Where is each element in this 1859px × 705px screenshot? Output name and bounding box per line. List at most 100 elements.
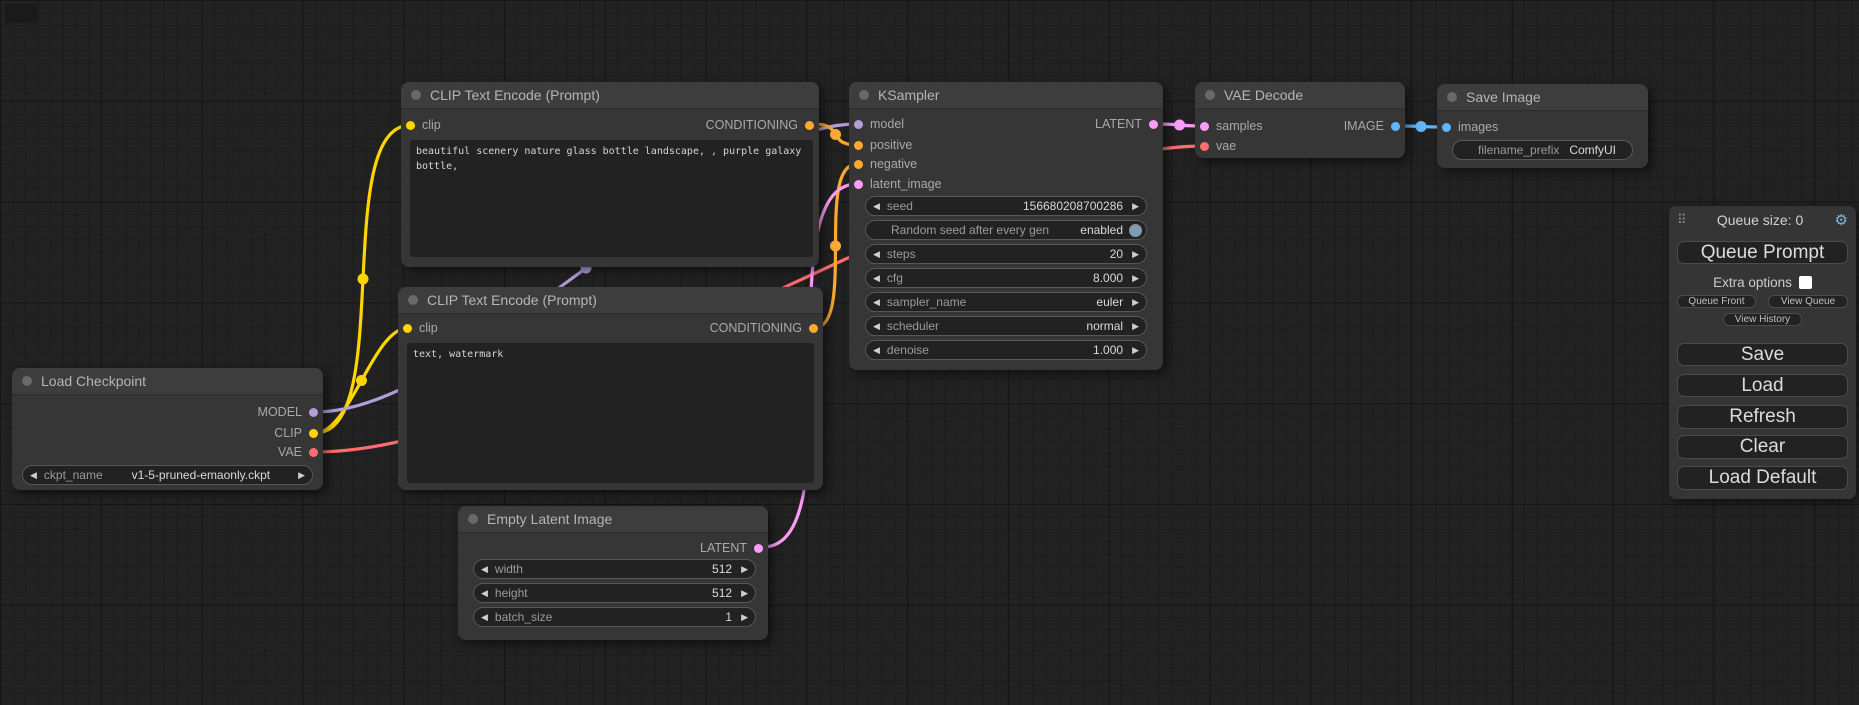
model-slot-dot[interactable] [854, 120, 863, 129]
scheduler-widget[interactable]: ◀ scheduler normal ▶ [865, 316, 1147, 336]
right-arrow-icon[interactable]: ▶ [741, 613, 748, 622]
output-slot-latent[interactable]: LATENT [1095, 115, 1158, 133]
left-arrow-icon[interactable]: ◀ [481, 613, 488, 622]
node-title-bar[interactable]: Save Image [1437, 84, 1648, 111]
refresh-button[interactable]: Refresh [1677, 405, 1848, 429]
load-default-button[interactable]: Load Default [1677, 466, 1848, 490]
output-slot-vae[interactable]: VAE [278, 443, 318, 461]
model-slot-dot[interactable] [309, 408, 318, 417]
node-clip-text-encode-negative[interactable]: CLIP Text Encode (Prompt) clip CONDITION… [398, 287, 823, 490]
node-title-bar[interactable]: CLIP Text Encode (Prompt) [398, 287, 823, 314]
node-title-bar[interactable]: VAE Decode [1195, 82, 1405, 109]
latent-slot-dot[interactable] [754, 544, 763, 553]
vae-slot-dot[interactable] [1200, 142, 1209, 151]
left-arrow-icon[interactable]: ◀ [481, 565, 488, 574]
left-arrow-icon[interactable]: ◀ [30, 471, 37, 480]
left-arrow-icon[interactable]: ◀ [873, 298, 880, 307]
load-button[interactable]: Load [1677, 374, 1848, 397]
ckpt-name-widget[interactable]: ◀ ckpt_name v1-5-pruned-emaonly.ckpt ▶ [22, 465, 313, 485]
node-title-bar[interactable]: Empty Latent Image [458, 506, 768, 533]
output-slot-clip[interactable]: CLIP [274, 424, 318, 442]
output-slot-model[interactable]: MODEL [258, 403, 318, 421]
node-load-checkpoint[interactable]: Load Checkpoint MODEL CLIP VAE ◀ ckpt_na… [12, 368, 323, 490]
input-slot-vae[interactable]: vae [1200, 137, 1236, 155]
collapse-dot-icon[interactable] [1447, 92, 1457, 102]
collapse-dot-icon[interactable] [1205, 90, 1215, 100]
latent-slot-dot[interactable] [1200, 122, 1209, 131]
latent-slot-dot[interactable] [1149, 120, 1158, 129]
node-ksampler[interactable]: KSampler model LATENT positive negative … [849, 82, 1163, 370]
batch-size-widget[interactable]: ◀ batch_size 1 ▶ [473, 607, 756, 627]
conditioning-slot-dot[interactable] [854, 160, 863, 169]
left-arrow-icon[interactable]: ◀ [873, 250, 880, 259]
input-slot-model[interactable]: model [854, 115, 904, 133]
node-save-image[interactable]: Save Image images filename_prefix ComfyU… [1437, 84, 1648, 168]
input-slot-negative[interactable]: negative [854, 155, 917, 173]
clip-slot-dot[interactable] [406, 121, 415, 130]
right-arrow-icon[interactable]: ▶ [1132, 322, 1139, 331]
image-slot-dot[interactable] [1391, 122, 1400, 131]
node-title-bar[interactable]: CLIP Text Encode (Prompt) [401, 82, 819, 109]
extra-options-checkbox[interactable] [1799, 276, 1812, 289]
toggle-dot-icon[interactable] [1129, 224, 1142, 237]
collapse-dot-icon[interactable] [22, 376, 32, 386]
collapse-dot-icon[interactable] [411, 90, 421, 100]
seed-widget[interactable]: ◀ seed 156680208700286 ▶ [865, 196, 1147, 216]
settings-gear-icon[interactable]: ⚙ [1835, 211, 1848, 229]
node-title-bar[interactable]: KSampler [849, 82, 1163, 109]
image-slot-dot[interactable] [1442, 123, 1451, 132]
graph-canvas[interactable]: Load Checkpoint MODEL CLIP VAE ◀ ckpt_na… [0, 0, 1859, 705]
steps-widget[interactable]: ◀ steps 20 ▶ [865, 244, 1147, 264]
height-widget[interactable]: ◀ height 512 ▶ [473, 583, 756, 603]
input-slot-images[interactable]: images [1442, 118, 1498, 136]
conditioning-slot-dot[interactable] [805, 121, 814, 130]
output-slot-conditioning[interactable]: CONDITIONING [710, 319, 818, 337]
clip-slot-dot[interactable] [403, 324, 412, 333]
view-queue-button[interactable]: View Queue [1768, 295, 1848, 308]
clip-slot-dot[interactable] [309, 429, 318, 438]
prompt-text-area[interactable]: text, watermark [407, 343, 814, 483]
right-arrow-icon[interactable]: ▶ [1132, 298, 1139, 307]
left-arrow-icon[interactable]: ◀ [873, 346, 880, 355]
latent-slot-dot[interactable] [854, 180, 863, 189]
cfg-widget[interactable]: ◀ cfg 8.000 ▶ [865, 268, 1147, 288]
left-arrow-icon[interactable]: ◀ [481, 589, 488, 598]
conditioning-slot-dot[interactable] [809, 324, 818, 333]
collapse-dot-icon[interactable] [408, 295, 418, 305]
prompt-text-area[interactable]: beautiful scenery nature glass bottle la… [410, 140, 813, 257]
random-seed-toggle-widget[interactable]: Random seed after every gen enabled [865, 220, 1147, 240]
output-slot-latent[interactable]: LATENT [700, 539, 763, 557]
queue-prompt-button[interactable]: Queue Prompt [1677, 241, 1848, 264]
right-arrow-icon[interactable]: ▶ [298, 471, 305, 480]
node-clip-text-encode-positive[interactable]: CLIP Text Encode (Prompt) clip CONDITION… [401, 82, 819, 267]
sampler-name-widget[interactable]: ◀ sampler_name euler ▶ [865, 292, 1147, 312]
collapse-dot-icon[interactable] [859, 90, 869, 100]
right-arrow-icon[interactable]: ▶ [1132, 346, 1139, 355]
filename-prefix-widget[interactable]: filename_prefix ComfyUI [1452, 140, 1633, 160]
queue-front-button[interactable]: Queue Front [1677, 295, 1756, 308]
left-arrow-icon[interactable]: ◀ [873, 274, 880, 283]
right-arrow-icon[interactable]: ▶ [1132, 202, 1139, 211]
output-slot-image[interactable]: IMAGE [1344, 117, 1400, 135]
node-empty-latent-image[interactable]: Empty Latent Image LATENT ◀ width 512 ▶ … [458, 506, 768, 640]
left-arrow-icon[interactable]: ◀ [873, 202, 880, 211]
collapse-dot-icon[interactable] [468, 514, 478, 524]
right-arrow-icon[interactable]: ▶ [1132, 274, 1139, 283]
input-slot-clip[interactable]: clip [403, 319, 438, 337]
input-slot-clip[interactable]: clip [406, 116, 441, 134]
right-arrow-icon[interactable]: ▶ [1132, 250, 1139, 259]
left-arrow-icon[interactable]: ◀ [873, 322, 880, 331]
input-slot-samples[interactable]: samples [1200, 117, 1263, 135]
view-history-button[interactable]: View History [1723, 313, 1802, 326]
right-arrow-icon[interactable]: ▶ [741, 589, 748, 598]
input-slot-positive[interactable]: positive [854, 136, 912, 154]
vae-slot-dot[interactable] [309, 448, 318, 457]
node-vae-decode[interactable]: VAE Decode samples IMAGE vae [1195, 82, 1405, 158]
width-widget[interactable]: ◀ width 512 ▶ [473, 559, 756, 579]
conditioning-slot-dot[interactable] [854, 141, 863, 150]
save-button[interactable]: Save [1677, 343, 1848, 366]
drag-handle-icon[interactable]: ⠿ [1677, 212, 1686, 228]
clear-button[interactable]: Clear [1677, 435, 1848, 459]
right-arrow-icon[interactable]: ▶ [741, 565, 748, 574]
output-slot-conditioning[interactable]: CONDITIONING [706, 116, 814, 134]
